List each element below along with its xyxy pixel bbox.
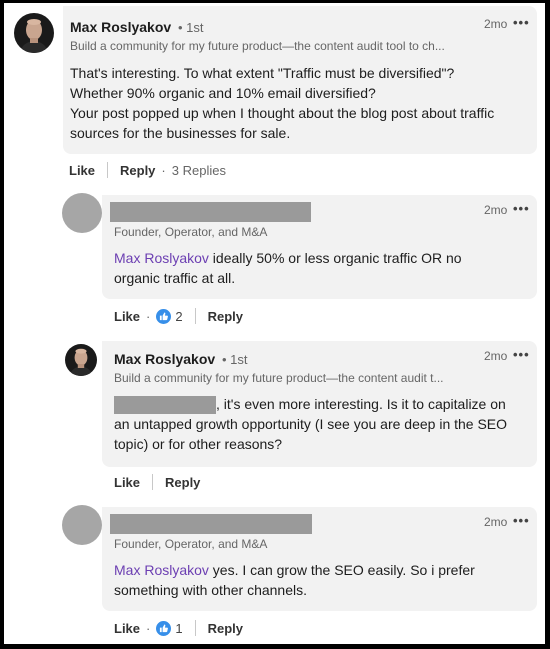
- reply-button[interactable]: Reply: [208, 309, 243, 324]
- comment-line-text: ideally 50% or less organic traffic OR n…: [208, 250, 462, 266]
- reply-button[interactable]: Reply: [165, 475, 200, 490]
- comment-line: topic) or for other reasons?: [114, 436, 283, 453]
- comment-actions: Like Reply · 3 Replies: [69, 161, 226, 179]
- reply-button[interactable]: Reply: [208, 621, 243, 636]
- comment-line: sources for the businesses for sale.: [70, 125, 291, 141]
- author-headline: Build a community for my future product—…: [70, 39, 445, 53]
- like-button[interactable]: Like: [114, 621, 140, 636]
- more-options-icon[interactable]: •••: [513, 15, 530, 30]
- comment-line: something with other channels.: [114, 582, 307, 598]
- redacted-name: [110, 202, 311, 222]
- like-button[interactable]: Like: [114, 475, 140, 490]
- divider: [107, 162, 109, 178]
- comment-text: , it's even more interesting. Is it to c…: [114, 394, 534, 454]
- comment-line: an untapped growth opportunity (I see yo…: [114, 416, 508, 433]
- more-options-icon[interactable]: •••: [513, 201, 530, 216]
- like-button[interactable]: Like: [114, 309, 140, 324]
- comment-line: organic traffic at all.: [114, 270, 236, 286]
- separator-dot: ·: [146, 620, 151, 636]
- avatar[interactable]: [62, 505, 102, 545]
- reaction-count[interactable]: 1: [156, 620, 183, 636]
- reaction-count[interactable]: 2: [156, 308, 183, 324]
- thumbs-up-icon: [156, 620, 172, 636]
- comment-line-text: , it's even more interesting. Is it to c…: [216, 396, 506, 412]
- connection-degree: • 1st: [222, 352, 248, 367]
- comment-thread: Max Roslyakov • 1st Build a community fo…: [4, 3, 545, 644]
- comment-text: That's interesting. To what extent "Traf…: [70, 63, 530, 143]
- redacted-mention: [114, 396, 216, 415]
- author-headline: Founder, Operator, and M&A: [114, 537, 268, 551]
- author-name[interactable]: Max Roslyakov: [70, 19, 171, 35]
- reaction-number: 2: [175, 308, 183, 324]
- more-options-icon[interactable]: •••: [513, 347, 530, 362]
- reaction-number: 1: [175, 620, 183, 636]
- replies-link[interactable]: 3 Replies: [172, 163, 226, 178]
- mention-link[interactable]: Max Roslyakov: [114, 250, 209, 266]
- avatar[interactable]: [62, 193, 102, 233]
- like-button[interactable]: Like: [69, 163, 95, 178]
- person-photo-icon: [14, 13, 54, 53]
- comment-text: Max Roslyakov yes. I can grow the SEO ea…: [114, 560, 534, 600]
- reply-button[interactable]: Reply: [120, 163, 155, 178]
- mention-link[interactable]: Max Roslyakov: [114, 562, 209, 578]
- comment-actions: Like Reply: [114, 473, 200, 491]
- author-headline: Founder, Operator, and M&A: [114, 225, 268, 239]
- comment-line: Whether 90% organic and 10% email divers…: [70, 85, 376, 101]
- redacted-name: [110, 514, 312, 534]
- comment-actions: Like · 2 Reply: [114, 307, 243, 325]
- comment-text: Max Roslyakov ideally 50% or less organi…: [114, 248, 534, 288]
- author-headline: Build a community for my future product—…: [114, 371, 444, 385]
- timestamp: 2mo: [484, 203, 508, 217]
- comment-line: Your post popped up when I thought about…: [70, 105, 495, 121]
- separator-dot: ·: [161, 162, 166, 178]
- divider: [194, 308, 196, 324]
- divider: [152, 474, 154, 490]
- separator-dot: ·: [146, 308, 151, 324]
- thumbs-up-icon: [156, 308, 172, 324]
- comment-line: Max Roslyakov yes. I can grow the SEO ea…: [114, 560, 534, 580]
- connection-degree: • 1st: [178, 20, 204, 35]
- comment-actions: Like · 1 Reply: [114, 619, 243, 637]
- timestamp: 2mo: [484, 17, 508, 31]
- more-options-icon[interactable]: •••: [513, 513, 530, 528]
- avatar[interactable]: [14, 13, 54, 53]
- comment-line: , it's even more interesting. Is it to c…: [114, 394, 534, 415]
- comment-line: Max Roslyakov ideally 50% or less organi…: [114, 248, 534, 268]
- divider: [194, 620, 196, 636]
- timestamp: 2mo: [484, 349, 508, 363]
- author-name[interactable]: Max Roslyakov: [114, 351, 215, 367]
- comment-line: That's interesting. To what extent "Traf…: [70, 65, 455, 81]
- comment-line-text: yes. I can grow the SEO easily. So i pre…: [208, 562, 475, 578]
- person-photo-icon: [65, 344, 97, 376]
- timestamp: 2mo: [484, 515, 508, 529]
- avatar[interactable]: [65, 344, 97, 376]
